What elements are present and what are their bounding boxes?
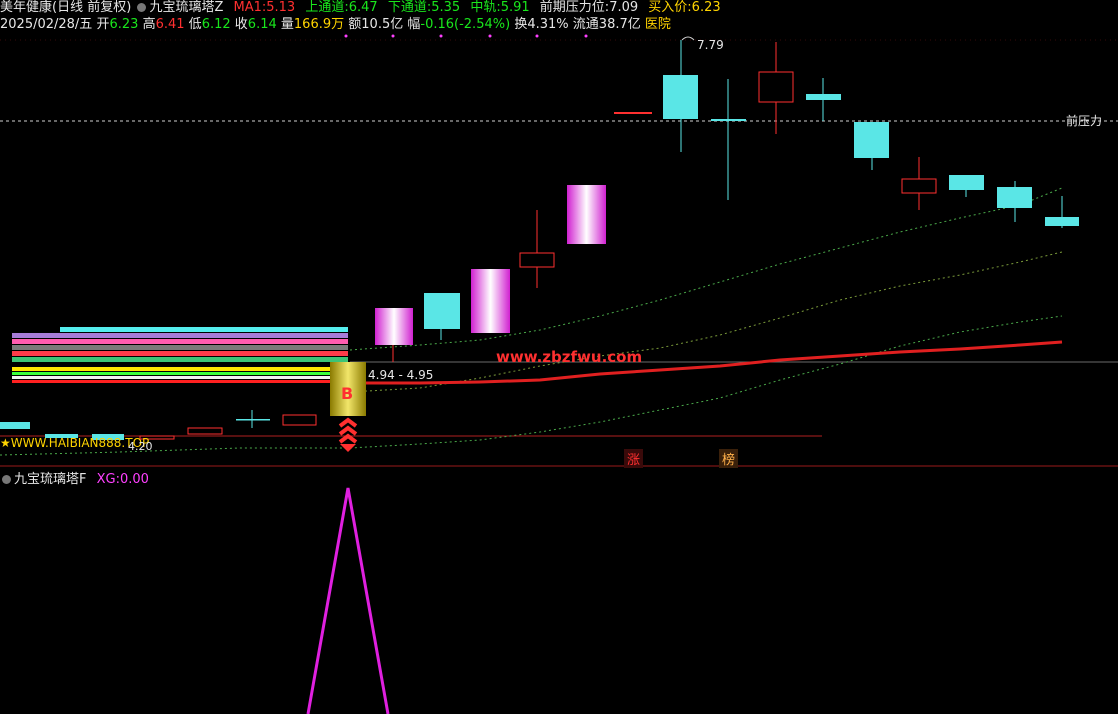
turnover-value: 4.31% <box>527 17 569 32</box>
buy-signal <box>330 362 366 452</box>
close-value: 6.14 <box>247 17 277 32</box>
ma1-value: 5.13 <box>266 0 296 15</box>
pressure-line-label: 前压力 <box>1066 114 1103 128</box>
float-value: 38.7亿 <box>598 17 641 32</box>
volume-value: 166.9万 <box>293 17 345 32</box>
amount-value: 10.5亿 <box>361 17 404 32</box>
limit-up-tag[interactable]: 涨 <box>624 449 644 468</box>
lower-channel-value: 5.35 <box>431 0 461 15</box>
quote-bar: 2025/02/28/五 开6.23 高6.41 低6.12 收6.14 量16… <box>0 17 671 32</box>
ranking-tag[interactable]: 榜 <box>719 449 739 468</box>
indicator-name[interactable]: 九宝琉璃塔Z <box>149 0 223 15</box>
open-value: 6.23 <box>109 17 139 32</box>
pressure-value: 7.09 <box>609 0 639 15</box>
mid-rail-value: 5.91 <box>500 0 530 15</box>
stock-name[interactable]: 美年健康 <box>0 0 52 15</box>
band-block <box>12 327 348 383</box>
lower-indicator-header: 九宝琉璃塔F XG:0.00 <box>0 468 149 487</box>
xg-signal-line <box>306 487 390 714</box>
xg-value: 0.00 <box>119 472 149 487</box>
site-watermark: www.zbzfwu.com <box>496 348 643 366</box>
high-marker-label: 7.79 <box>697 38 724 52</box>
candles-main <box>375 40 1079 362</box>
lower-indicator-menu-icon[interactable] <box>2 475 11 484</box>
high-value: 6.41 <box>155 17 185 32</box>
lower-indicator-name[interactable]: 九宝琉璃塔F <box>14 472 86 487</box>
sector-label[interactable]: 医院 <box>645 17 671 32</box>
quote-date: 2025/02/28/五 <box>0 17 93 32</box>
low-value: 6.12 <box>201 17 231 32</box>
buy-signal-label[interactable]: B <box>341 384 353 403</box>
period-label[interactable]: (日线 前复权) <box>52 0 131 15</box>
indicator-header: 美年健康(日线 前复权) 九宝琉璃塔Z MA1:5.13 上通道:6.47 下通… <box>0 0 721 15</box>
low-marker-label: 4.20 <box>128 440 153 453</box>
marker-dots <box>344 34 588 38</box>
change-value: -0.16(-2.54%) <box>420 17 511 32</box>
indicator-menu-icon[interactable] <box>137 3 147 12</box>
price-range-label: 4.94 - 4.95 <box>368 368 434 382</box>
left-watermark: ★WWW.HAIBIAN888.TOP <box>0 436 150 450</box>
upper-channel-value: 6.47 <box>348 0 378 15</box>
high-marker-arrow <box>681 36 695 41</box>
buy-price-value: 6.23 <box>691 0 721 15</box>
